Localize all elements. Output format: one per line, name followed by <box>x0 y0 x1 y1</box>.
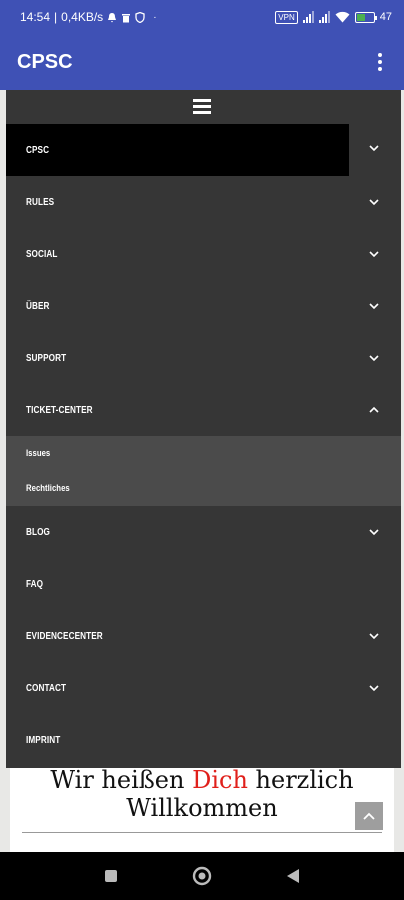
vpn-badge: VPN <box>275 10 298 24</box>
welcome-line-2: Willkommen <box>126 794 278 822</box>
menu-item-support[interactable]: SUPPORT <box>6 332 401 384</box>
welcome-line-1: Wir heißen Dich herzlich <box>50 766 354 794</box>
nav-menu: CPSC RULES SOCIAL ÜBER SUPPORT TICKET-CE… <box>6 90 401 768</box>
shield-icon <box>135 11 145 23</box>
menu-item-social[interactable]: SOCIAL <box>6 228 401 280</box>
chevron-down-icon <box>369 197 379 207</box>
home-button[interactable] <box>192 866 212 886</box>
app-bar: CPSC <box>0 34 404 90</box>
menu-item-faq[interactable]: FAQ <box>6 558 401 610</box>
menu-item-contact[interactable]: CONTACT <box>6 662 401 714</box>
chevron-down-icon <box>369 301 379 311</box>
kebab-menu-icon[interactable] <box>368 50 392 74</box>
chevron-up-icon <box>363 812 375 820</box>
chevron-down-icon <box>369 353 379 363</box>
status-bar: 14:54 | 0,4KB/s · VPN 47 <box>0 0 404 34</box>
web-view: Wir heißen Dich herzlich Willkommen CPSC… <box>0 90 404 852</box>
welcome-heading: Wir heißen Dich herzlich Willkommen <box>0 766 404 822</box>
wifi-icon <box>335 11 350 23</box>
dot-icon: · <box>153 11 157 23</box>
trash-icon <box>122 13 131 22</box>
battery-icon <box>354 11 377 23</box>
chevron-down-icon <box>369 631 379 641</box>
divider <box>22 832 382 833</box>
chevron-up-icon <box>369 405 379 415</box>
chevron-down-icon <box>369 527 379 537</box>
menu-item-rules[interactable]: RULES <box>6 176 401 228</box>
signal-icon-2 <box>318 11 330 23</box>
hamburger-icon[interactable] <box>193 99 211 114</box>
submenu-item-rechtliches[interactable]: Rechtliches <box>6 471 401 506</box>
app-title: CPSC <box>17 50 73 73</box>
menu-item-ueber[interactable]: ÜBER <box>6 280 401 332</box>
notification-icon <box>108 12 117 22</box>
square-icon <box>105 870 117 882</box>
ticket-center-submenu: Issues Rechtliches <box>6 436 401 506</box>
circle-icon <box>192 866 212 886</box>
system-nav-bar <box>0 852 404 900</box>
submenu-item-issues[interactable]: Issues <box>6 436 401 471</box>
signal-icon <box>302 11 314 23</box>
chevron-down-icon <box>369 683 379 693</box>
scroll-top-button[interactable] <box>355 802 383 830</box>
welcome-highlight: Dich <box>192 766 248 794</box>
network-speed: 0,4KB/s <box>61 10 104 24</box>
menu-item-cpsc[interactable]: CPSC <box>6 124 349 176</box>
back-button[interactable] <box>283 866 303 886</box>
battery-level: 47 <box>379 11 392 23</box>
menu-item-imprint[interactable]: IMPRINT <box>6 714 401 766</box>
triangle-back-icon <box>287 869 299 883</box>
chevron-down-icon[interactable] <box>369 143 379 153</box>
recents-button[interactable] <box>101 866 121 886</box>
menu-item-evidencecenter[interactable]: EVIDENCECENTER <box>6 610 401 662</box>
clock: 14:54 <box>20 10 51 24</box>
chevron-down-icon <box>369 249 379 259</box>
menu-item-ticket-center[interactable]: TICKET-CENTER <box>6 384 401 436</box>
menu-item-blog[interactable]: BLOG <box>6 506 401 558</box>
